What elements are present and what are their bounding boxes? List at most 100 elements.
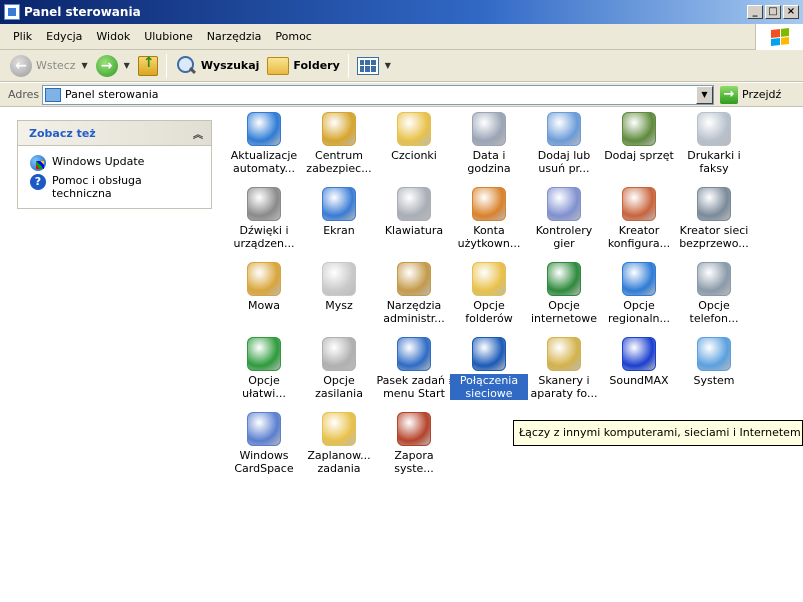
security-center-icon <box>322 112 356 146</box>
control-panel-item[interactable]: Opcje telefon... <box>675 262 753 325</box>
menu-edit[interactable]: Edycja <box>39 30 89 43</box>
folders-icon <box>267 56 290 75</box>
forward-button[interactable]: → ▼ <box>92 52 134 80</box>
fonts-icon <box>397 112 431 146</box>
control-panel-item-label: Opcje internetowe <box>531 299 597 325</box>
folders-label: Foldery <box>293 59 340 72</box>
control-panel-item-label: Czcionki <box>391 149 437 162</box>
control-panel-item[interactable]: Skanery i aparaty fo... <box>525 337 603 400</box>
views-button[interactable]: ▼ <box>353 52 395 80</box>
control-panel-item-label: Ekran <box>323 224 355 237</box>
menu-bar: Plik Edycja Widok Ulubione Narzędzia Pom… <box>0 24 803 50</box>
control-panel-item[interactable]: Czcionki <box>375 112 453 162</box>
control-panel-item[interactable]: Kreator konfigura... <box>600 187 678 250</box>
maximize-button[interactable]: □ <box>765 5 781 19</box>
control-panel-item[interactable]: Data i godzina <box>450 112 528 175</box>
keyboard-icon <box>397 187 431 221</box>
help-support-link[interactable]: ? Pomoc i obsługa techniczna <box>18 171 211 200</box>
title-bar: Panel sterowania _ □ × <box>0 0 803 24</box>
control-panel-item-label: Kreator konfigura... <box>607 224 671 250</box>
windows-logo <box>755 24 803 50</box>
system-icon <box>697 337 731 371</box>
control-panel-item[interactable]: Konta użytkown... <box>450 187 528 250</box>
collapse-chevron-icon[interactable]: ︽ <box>193 126 203 141</box>
wireless-network-icon <box>697 187 731 221</box>
views-dropdown-icon[interactable]: ▼ <box>385 61 391 70</box>
up-button[interactable] <box>134 52 162 80</box>
control-panel-item-label: Mysz <box>325 299 353 312</box>
control-panel-item[interactable]: Zaplanow... zadania <box>300 412 378 475</box>
menu-favorites[interactable]: Ulubione <box>137 30 200 43</box>
control-panel-item[interactable]: Kreator sieci bezprzewo... <box>675 187 753 250</box>
control-panel-item-label: Konta użytkown... <box>457 224 521 250</box>
cardspace-icon <box>247 412 281 446</box>
control-panel-item-label: Kontrolery gier <box>535 224 593 250</box>
accessibility-icon <box>247 337 281 371</box>
control-panel-item[interactable]: Opcje internetowe <box>525 262 603 325</box>
date-time-icon <box>472 112 506 146</box>
control-panel-item[interactable]: Ekran <box>300 187 378 237</box>
control-panel-item[interactable]: Centrum zabezpiec... <box>300 112 378 175</box>
go-button[interactable]: → Przejdź <box>720 85 781 104</box>
menu-help[interactable]: Pomoc <box>268 30 318 43</box>
menu-tools[interactable]: Narzędzia <box>200 30 269 43</box>
control-panel-item[interactable]: Mowa <box>225 262 303 312</box>
control-panel-item[interactable]: Zapora syste... <box>375 412 453 475</box>
address-value: Panel sterowania <box>65 88 159 101</box>
control-panel-item-label: Data i godzina <box>467 149 511 175</box>
user-accounts-icon <box>472 187 506 221</box>
search-button[interactable]: Wyszukaj <box>171 52 264 80</box>
control-panel-item[interactable]: Opcje folderów <box>450 262 528 325</box>
control-panel-item[interactable]: Narzędzia administr... <box>375 262 453 325</box>
menu-file[interactable]: Plik <box>6 30 39 43</box>
control-panel-item[interactable]: SoundMAX <box>600 337 678 387</box>
control-panel-item[interactable]: Pasek zadań i menu Start <box>375 337 453 400</box>
sounds-icon <box>247 187 281 221</box>
control-panel-item[interactable]: Windows CardSpace <box>225 412 303 475</box>
windows-update-icon <box>30 155 46 171</box>
tooltip: Łączy z innymi komputerami, sieciami i I… <box>513 420 803 446</box>
scheduled-tasks-icon <box>322 412 356 446</box>
folders-button[interactable]: Foldery <box>263 52 343 80</box>
control-panel-item[interactable]: Drukarki i faksy <box>675 112 753 175</box>
control-panel-item[interactable]: Mysz <box>300 262 378 312</box>
toolbar-separator <box>347 53 349 78</box>
admin-tools-icon <box>397 262 431 296</box>
folder-options-icon <box>472 262 506 296</box>
back-dropdown-icon[interactable]: ▼ <box>82 61 88 70</box>
display-icon <box>322 187 356 221</box>
back-button[interactable]: ← Wstecz ▼ <box>6 52 92 80</box>
control-panel-item[interactable]: Kontrolery gier <box>525 187 603 250</box>
views-icon <box>356 56 379 75</box>
control-panel-item-label: System <box>693 374 735 387</box>
firewall-icon <box>397 412 431 446</box>
go-arrow-icon: → <box>720 85 738 104</box>
control-panel-item-label: Kreator sieci bezprzewo... <box>679 224 749 250</box>
windows-update-link[interactable]: Windows Update <box>18 152 211 171</box>
control-panel-item[interactable]: Klawiatura <box>375 187 453 237</box>
control-panel-item[interactable]: Opcje regionaln... <box>600 262 678 325</box>
control-panel-item-label: Drukarki i faksy <box>687 149 741 175</box>
control-panel-item-label: Klawiatura <box>384 224 444 237</box>
address-dropdown-button[interactable]: ▼ <box>696 85 713 104</box>
control-panel-item-label: SoundMAX <box>609 374 669 387</box>
control-panel-item[interactable]: Dodaj lub usuń pr... <box>525 112 603 175</box>
minimize-button[interactable]: _ <box>747 5 763 19</box>
control-panel-item[interactable]: Opcje ułatwi... <box>225 337 303 400</box>
address-input[interactable]: Panel sterowania ▼ <box>42 84 714 105</box>
forward-dropdown-icon[interactable]: ▼ <box>124 61 130 70</box>
control-panel-item-label: Dodaj sprzęt <box>604 149 674 162</box>
see-also-header[interactable]: Zobacz też ︽ <box>18 121 211 146</box>
control-panel-item[interactable]: Dźwięki i urządzen... <box>225 187 303 250</box>
control-panel-item[interactable]: System <box>675 337 753 387</box>
mouse-icon <box>322 262 356 296</box>
control-panel-icon <box>45 87 61 102</box>
control-panel-item-label: Opcje telefon... <box>689 299 739 325</box>
control-panel-item-label: Połączenia sieciowe <box>449 373 529 401</box>
close-button[interactable]: × <box>783 5 799 19</box>
control-panel-item[interactable]: Dodaj sprzęt <box>600 112 678 162</box>
control-panel-item[interactable]: Aktualizacje automaty... <box>225 112 303 175</box>
control-panel-item[interactable]: Opcje zasilania <box>300 337 378 400</box>
control-panel-item[interactable]: Połączenia sieciowe <box>449 337 529 401</box>
menu-view[interactable]: Widok <box>89 30 137 43</box>
